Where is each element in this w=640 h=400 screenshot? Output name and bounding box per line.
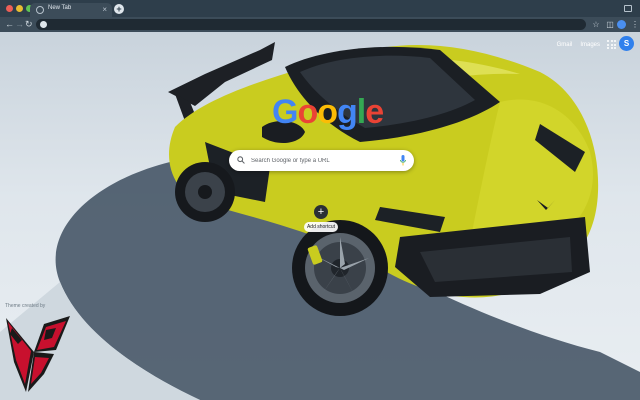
logo-letter: o — [297, 93, 318, 131]
images-link[interactable]: Images — [580, 42, 600, 48]
back-icon[interactable]: ← — [5, 18, 14, 31]
address-input[interactable] — [50, 19, 550, 30]
bookmark-star-icon[interactable]: ☆ — [591, 19, 601, 30]
logo-letter: G — [272, 93, 298, 131]
search-input[interactable] — [251, 154, 391, 167]
new-tab-page: Gmail Images S Google + Add shortcut The… — [0, 32, 640, 400]
forward-icon[interactable]: → — [15, 18, 24, 31]
search-box[interactable] — [229, 150, 414, 171]
menu-kebab-icon[interactable]: ⋮ — [630, 19, 640, 30]
add-shortcut-plus-icon: + — [314, 205, 328, 219]
ntp-top-links: Gmail Images — [557, 42, 600, 48]
google-logo: Google — [272, 93, 384, 132]
window-minimize-button[interactable] — [16, 5, 23, 12]
extensions-icon[interactable]: ◫ — [605, 19, 615, 30]
address-bar[interactable] — [36, 19, 586, 30]
new-tab-button[interactable]: + — [114, 4, 124, 14]
add-shortcut-tile[interactable]: + Add shortcut — [304, 205, 338, 239]
tab-title: New Tab — [48, 5, 72, 11]
google-g-icon — [40, 21, 47, 28]
theme-credit[interactable]: Theme created by — [5, 303, 45, 309]
corvette-crossed-flags-logo — [6, 316, 70, 392]
reload-icon[interactable]: ↻ — [25, 18, 33, 31]
microphone-icon[interactable] — [400, 155, 406, 166]
window-restore-icon[interactable] — [624, 5, 632, 12]
title-bar: New Tab × + — [0, 0, 640, 17]
profile-avatar-icon[interactable] — [617, 20, 626, 29]
search-icon — [237, 156, 245, 164]
google-apps-icon[interactable] — [607, 40, 616, 49]
add-shortcut-label: Add shortcut — [304, 222, 338, 232]
gmail-link[interactable]: Gmail — [557, 42, 573, 48]
logo-letter: g — [337, 93, 358, 131]
tab-favicon-icon — [36, 6, 44, 14]
logo-letter: o — [317, 93, 338, 131]
account-avatar[interactable]: S — [619, 36, 634, 51]
window-close-button[interactable] — [6, 5, 13, 12]
tab-close-icon[interactable]: × — [102, 4, 107, 15]
logo-letter: l — [356, 93, 367, 131]
tab-new-tab[interactable]: New Tab × — [30, 3, 112, 17]
logo-letter: e — [365, 93, 384, 131]
browser-toolbar: ← → ↻ ☆ ◫ ⋮ — [0, 17, 640, 32]
